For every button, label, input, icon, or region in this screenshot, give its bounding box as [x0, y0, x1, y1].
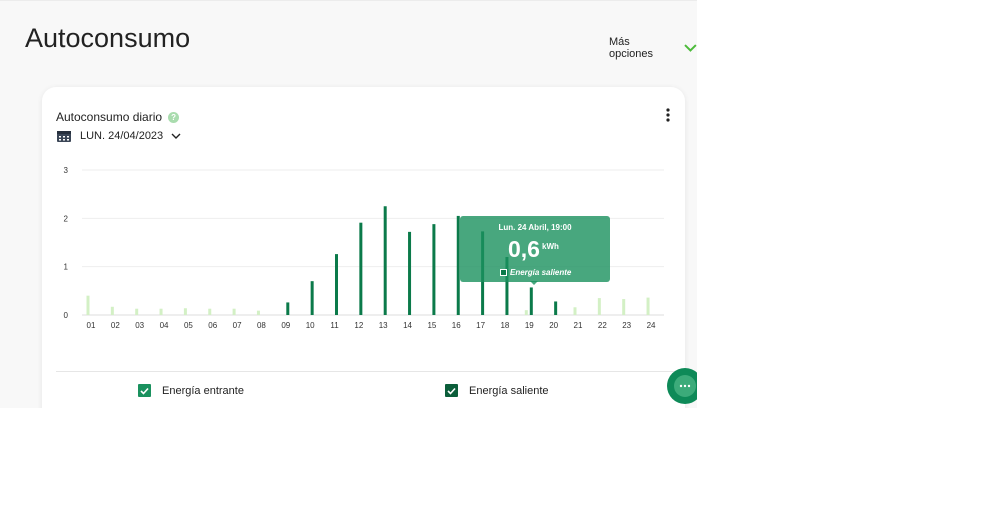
bar-entrante: [110, 306, 114, 315]
bar-entrante: [232, 308, 236, 315]
app-window: Autoconsumo Más opciones Autoconsumo dia…: [0, 0, 697, 408]
x-tick-label: 18: [500, 321, 509, 330]
bar-saliente: [383, 206, 387, 315]
x-tick-label: 03: [135, 321, 144, 330]
x-tick-label: 05: [184, 321, 193, 330]
legend-label-saliente: Energía saliente: [469, 384, 549, 397]
tooltip-series: Energía saliente: [500, 268, 571, 277]
tooltip-caret: [530, 281, 538, 285]
y-tick-label: 0: [64, 311, 69, 320]
bar-entrante: [135, 308, 139, 315]
autoconsumo-card: Autoconsumo diario ? LUN. 24/04/2023 012…: [42, 87, 685, 408]
chevron-down-icon: [684, 44, 697, 52]
bar-entrante: [256, 310, 260, 315]
bar-saliente: [286, 302, 290, 315]
x-tick-label: 01: [87, 321, 96, 330]
bar-entrante: [208, 308, 212, 315]
bar-saliente: [310, 281, 314, 315]
x-tick-label: 07: [233, 321, 242, 330]
x-tick-label: 23: [622, 321, 631, 330]
x-tick-label: 15: [427, 321, 436, 330]
legend-item-saliente[interactable]: Energía saliente: [445, 384, 549, 397]
bar-entrante: [573, 307, 577, 315]
more-options-label: Más opciones: [609, 36, 654, 60]
legend-label-entrante: Energía entrante: [162, 384, 244, 397]
more-options-button[interactable]: Más opciones: [609, 36, 697, 60]
bar-entrante: [86, 295, 90, 315]
page-title: Autoconsumo: [25, 23, 191, 53]
chart-tooltip: Lun. 24 Abril, 19:00 0,6 kWh Energía sal…: [460, 216, 610, 282]
x-tick-label: 12: [354, 321, 363, 330]
x-tick-label: 16: [452, 321, 461, 330]
x-tick-label: 24: [647, 321, 656, 330]
bar-saliente: [335, 254, 338, 315]
x-tick-label: 11: [330, 321, 339, 330]
bar-entrante: [183, 308, 187, 315]
bar-saliente: [529, 287, 533, 315]
bar-entrante: [597, 298, 601, 315]
bar-saliente: [359, 222, 363, 315]
legend-divider: [56, 371, 676, 372]
x-tick-label: 10: [306, 321, 315, 330]
chat-button[interactable]: [667, 368, 697, 404]
legend-item-entrante[interactable]: Energía entrante: [138, 384, 244, 397]
x-tick-label: 08: [257, 321, 266, 330]
bar-saliente: [432, 224, 436, 315]
bar-entrante: [524, 310, 528, 315]
tooltip-value: 0,6: [508, 236, 540, 262]
x-tick-label: 17: [476, 321, 485, 330]
y-tick-label: 2: [64, 214, 69, 223]
x-tick-label: 21: [574, 321, 583, 330]
x-tick-label: 09: [281, 321, 290, 330]
checkbox-checked-icon[interactable]: [445, 384, 458, 397]
x-tick-label: 19: [525, 321, 534, 330]
y-tick-label: 1: [64, 263, 69, 272]
tooltip-date: Lun. 24 Abril, 19:00: [498, 223, 572, 232]
tooltip-series-label: Energía saliente: [510, 268, 572, 277]
x-tick-label: 06: [208, 321, 217, 330]
bar-entrante: [622, 299, 626, 315]
y-tick-label: 3: [64, 166, 69, 175]
x-tick-label: 13: [379, 321, 388, 330]
x-tick-label: 02: [111, 321, 120, 330]
tooltip-series-swatch: [500, 269, 507, 276]
chat-bubble-icon: [674, 375, 696, 397]
x-tick-label: 20: [549, 321, 558, 330]
x-tick-label: 04: [160, 321, 169, 330]
x-tick-label: 14: [403, 321, 412, 330]
tooltip-unit: kWh: [542, 242, 559, 251]
bar-entrante: [159, 308, 163, 315]
bar-entrante: [646, 297, 650, 315]
checkbox-checked-icon[interactable]: [138, 384, 151, 397]
bar-saliente: [554, 301, 558, 315]
x-tick-label: 22: [598, 321, 607, 330]
bar-saliente: [408, 231, 412, 315]
